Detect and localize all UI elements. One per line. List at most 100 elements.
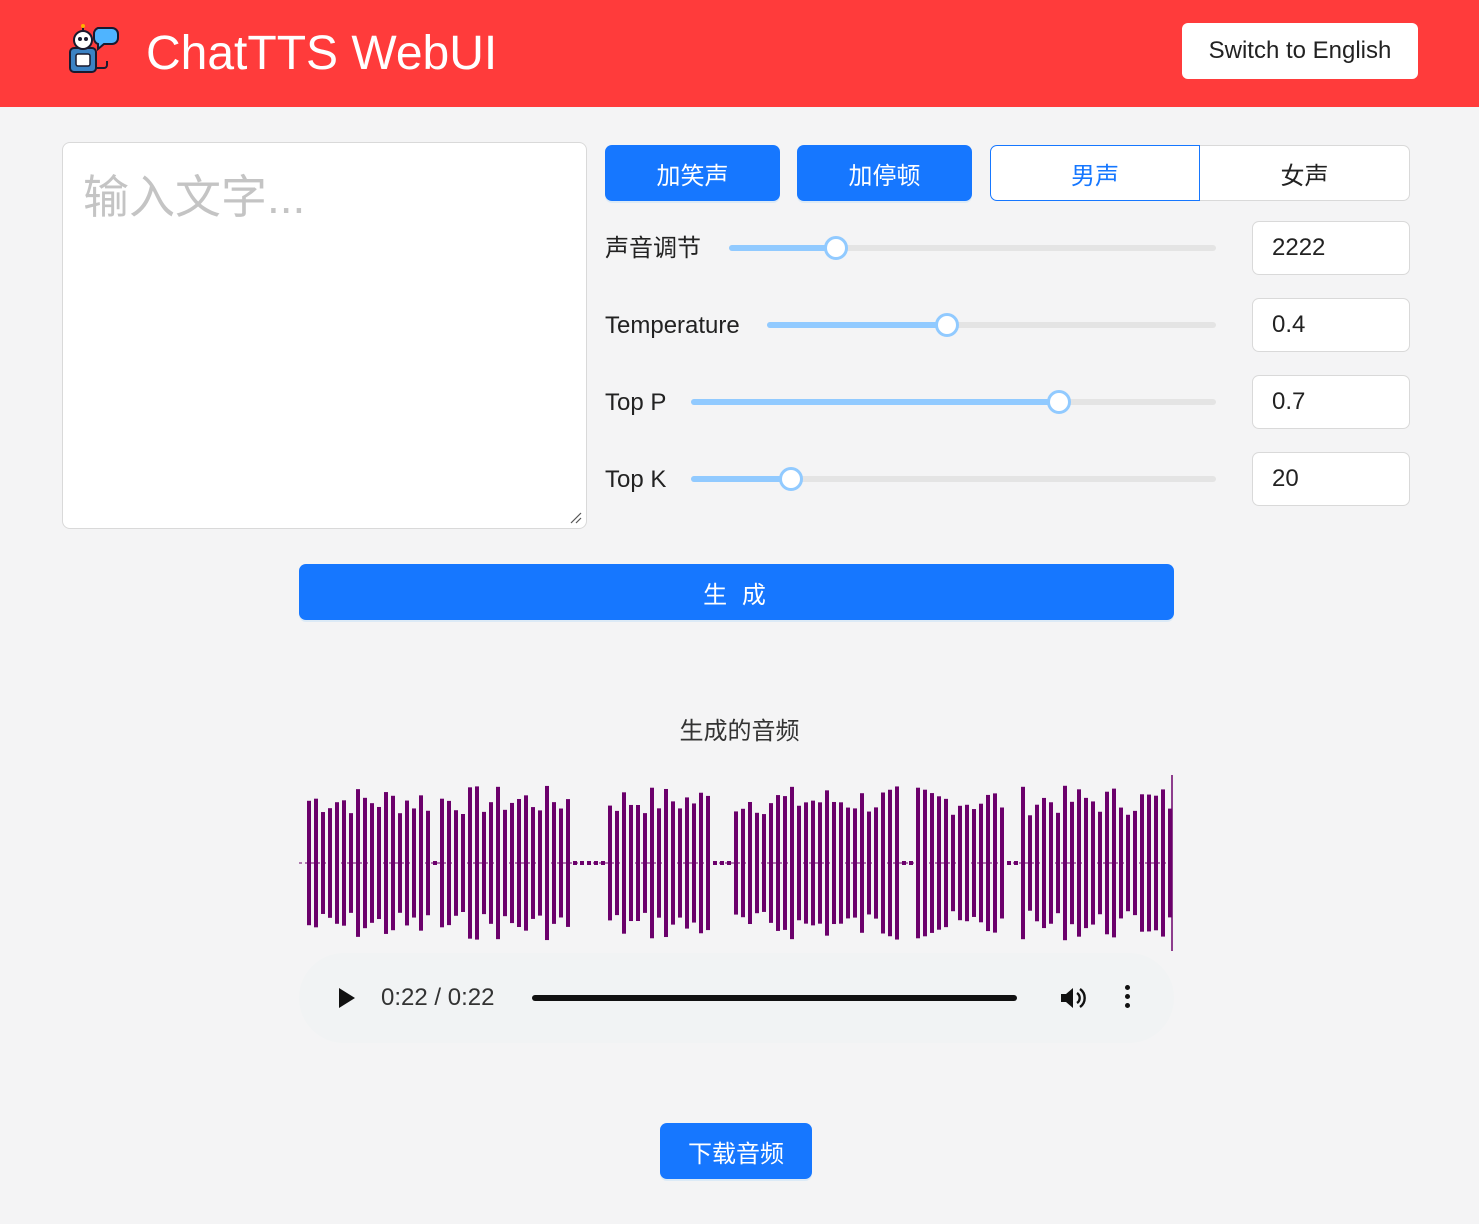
waveform-bar: [839, 802, 843, 924]
waveform-bar: [881, 792, 885, 934]
waveform-bar: [587, 861, 591, 865]
waveform-bar: [874, 807, 878, 919]
waveform-bar: [846, 807, 850, 919]
waveform-bar: [405, 800, 409, 926]
volume-icon[interactable]: [1058, 984, 1086, 1012]
waveform-bar: [832, 801, 836, 925]
waveform-bar: [986, 794, 990, 932]
waveform-bar: [1140, 794, 1144, 932]
page-title: ChatTTS WebUI: [146, 27, 498, 80]
download-audio-button[interactable]: 下载音频: [660, 1123, 812, 1179]
waveform-bar: [748, 801, 752, 925]
slider-thumb[interactable]: [778, 467, 803, 491]
audio-progress-bar[interactable]: [532, 995, 1017, 1001]
slider-fill: [729, 245, 837, 251]
generate-button[interactable]: 生 成: [299, 564, 1174, 620]
waveform-bar: [1063, 785, 1067, 941]
text-input[interactable]: [62, 142, 587, 529]
waveform-bar: [440, 798, 444, 928]
waveform-bar: [1056, 812, 1060, 914]
waveform-bar: [559, 808, 563, 918]
slider-thumb[interactable]: [934, 313, 959, 337]
voice-male-option[interactable]: 男声: [990, 145, 1200, 201]
voice-female-option[interactable]: 女声: [1199, 145, 1410, 201]
robot-speech-icon: [69, 24, 119, 73]
slider-thumb[interactable]: [1046, 390, 1071, 414]
waveform-bar: [853, 808, 857, 918]
waveform-bar: [601, 861, 605, 865]
waveform-bar: [363, 797, 367, 929]
slider-voice[interactable]: [729, 236, 1216, 260]
slider-label-temperature: Temperature: [605, 312, 740, 339]
waveform-bar: [699, 792, 703, 934]
temperature-input[interactable]: [1252, 298, 1410, 352]
waveform-bar: [678, 808, 682, 918]
slider-fill: [767, 322, 947, 328]
top-k-input[interactable]: [1252, 452, 1410, 506]
top-p-input[interactable]: [1252, 375, 1410, 429]
waveform-bar: [643, 813, 647, 913]
waveform-bar: [622, 792, 626, 934]
waveform-bar: [580, 861, 584, 865]
more-vertical-icon[interactable]: [1122, 985, 1132, 1011]
waveform-bar: [909, 861, 913, 865]
waveform-bar: [769, 803, 773, 923]
waveform-bar: [825, 790, 829, 936]
waveform-bar: [342, 800, 346, 926]
waveform-bar: [615, 810, 619, 916]
waveform-bar: [1161, 789, 1165, 937]
waveform-bar: [412, 808, 416, 918]
waveform-bar: [531, 807, 535, 919]
waveform-bar: [629, 804, 633, 922]
play-icon[interactable]: [339, 988, 355, 1008]
add-laugh-button[interactable]: 加笑声: [605, 145, 780, 201]
waveform-bar: [1091, 801, 1095, 925]
waveform-bar: [888, 789, 892, 937]
waveform-bar: [797, 805, 801, 921]
waveform-bar: [1014, 861, 1018, 865]
waveform-bar: [895, 786, 899, 940]
waveform-bar: [433, 861, 437, 865]
waveform-bar: [944, 798, 948, 928]
waveform-bar: [328, 808, 332, 918]
waveform-bar: [979, 803, 983, 923]
waveform-bar: [755, 812, 759, 914]
waveform-bar: [447, 800, 451, 926]
switch-language-button[interactable]: Switch to English: [1182, 23, 1418, 79]
waveform-bar: [650, 787, 654, 939]
waveform-bar: [804, 802, 808, 924]
waveform-bar: [503, 809, 507, 917]
waveform-bar: [790, 786, 794, 940]
add-pause-button[interactable]: 加停顿: [797, 145, 972, 201]
waveform-bar: [664, 788, 668, 938]
slider-top-k[interactable]: [691, 467, 1216, 491]
slider-thumb[interactable]: [824, 236, 849, 260]
waveform-bar: [923, 789, 927, 937]
waveform-bar: [958, 805, 962, 921]
waveform-bar: [608, 805, 612, 921]
waveform-bar: [1147, 794, 1151, 932]
waveform-bar: [419, 795, 423, 931]
resize-handle-icon[interactable]: [568, 510, 582, 524]
waveform-bar: [713, 861, 717, 865]
waveform-bar: [1028, 815, 1032, 911]
waveform-bar: [398, 813, 402, 913]
slider-fill: [691, 476, 791, 482]
waveform-bar: [1000, 807, 1004, 919]
slider-top-p[interactable]: [691, 390, 1216, 414]
waveform-bar: [468, 787, 472, 939]
waveform-bar: [937, 796, 941, 930]
waveform-bar: [657, 808, 661, 918]
waveform-bar: [685, 797, 689, 929]
slider-temperature[interactable]: [767, 313, 1216, 337]
slider-label-top-k: Top K: [605, 466, 667, 493]
audio-waveform[interactable]: [299, 775, 1174, 951]
app-header: ChatTTS WebUI Switch to English: [0, 0, 1479, 107]
waveform-bar: [461, 813, 465, 913]
waveform-bar: [727, 861, 731, 865]
voice-seed-input[interactable]: [1252, 221, 1410, 275]
waveform-bar: [860, 793, 864, 933]
waveform-bar: [776, 795, 780, 931]
audio-player: 0:22 / 0:22: [299, 953, 1174, 1043]
waveform-bar: [496, 786, 500, 940]
